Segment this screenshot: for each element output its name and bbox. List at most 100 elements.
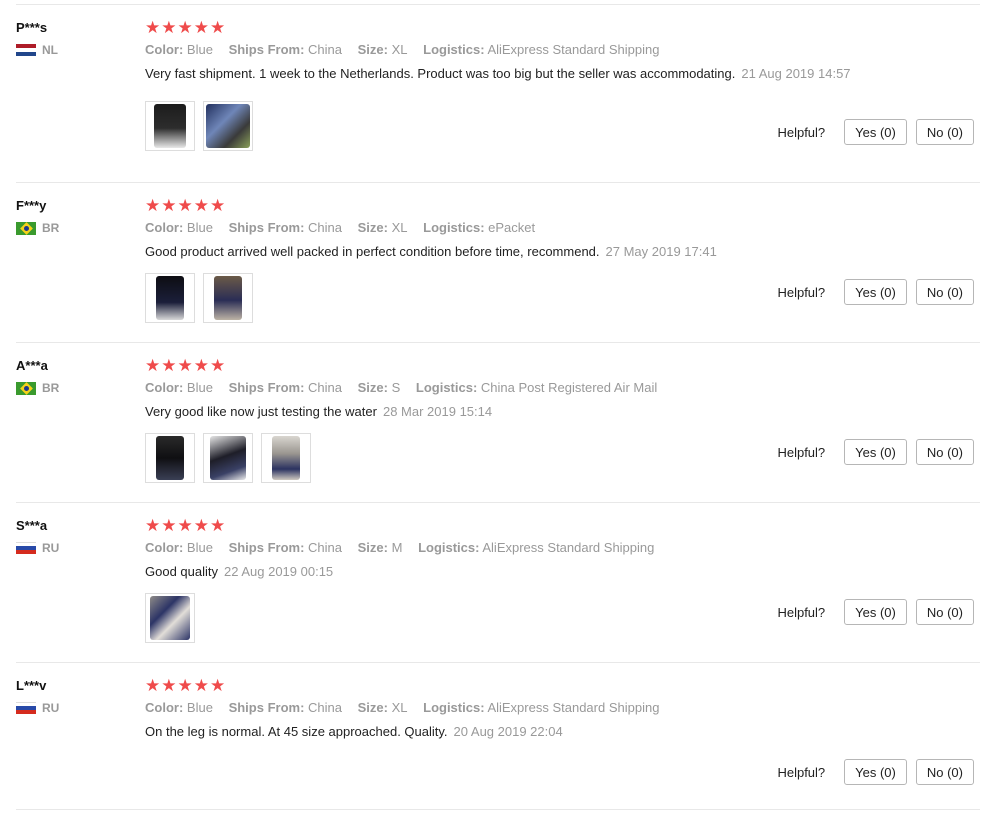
review-photo-thumbnail[interactable]	[203, 433, 253, 483]
review-photo-thumbnail[interactable]	[203, 273, 253, 323]
color-label: Color:	[145, 220, 184, 235]
reviewer-name: S***a	[16, 518, 48, 533]
logistics-label: Logistics:	[423, 220, 485, 235]
star-icon: ★	[210, 675, 226, 695]
reviewer-info: L***v RU	[16, 677, 136, 715]
review-text-block: On the leg is normal. At 45 size approac…	[145, 723, 875, 741]
star-icon: ★	[210, 515, 226, 535]
color-value: Blue	[186, 220, 213, 235]
flag-brazil-icon	[16, 221, 36, 235]
logistics-label: Logistics:	[418, 540, 480, 555]
ships-from-label: Ships From:	[228, 540, 305, 555]
review-text-block: Very good like now just testing the wate…	[145, 403, 875, 421]
helpful-no-button[interactable]: No (0)	[915, 279, 974, 305]
helpful-no-button[interactable]: No (0)	[915, 599, 974, 625]
star-icon: ★	[193, 195, 209, 215]
reviewer-country: RU	[16, 541, 136, 555]
star-icon: ★	[177, 17, 193, 37]
country-code: RU	[42, 541, 60, 555]
order-info: Color: Blue Ships From: China Size: M Lo…	[145, 539, 980, 557]
star-icon: ★	[145, 675, 161, 695]
ships-from-label: Ships From:	[228, 380, 305, 395]
helpful-label: Helpful?	[777, 444, 826, 460]
star-rating: ★ ★ ★ ★ ★	[145, 675, 980, 695]
logistics-value: ePacket	[488, 220, 536, 235]
helpful-no-button[interactable]: No (0)	[915, 119, 974, 145]
review-item: P***s NL ★ ★ ★ ★ ★ Color: Blue Ships From: C…	[16, 5, 980, 183]
reviewer-country: BR	[16, 381, 136, 395]
review-photo-thumbnail[interactable]	[145, 101, 195, 151]
review-photo-thumbnail[interactable]	[145, 433, 195, 483]
size-value: XL	[391, 220, 408, 235]
ships-from-value: China	[308, 220, 342, 235]
helpful-yes-button[interactable]: Yes (0)	[844, 439, 907, 465]
review-text: Good product arrived well packed in perf…	[145, 244, 600, 259]
star-rating: ★ ★ ★ ★ ★	[145, 355, 980, 375]
ships-from-value: China	[308, 700, 342, 715]
helpful-yes-button[interactable]: Yes (0)	[844, 759, 907, 785]
color-label: Color:	[145, 42, 184, 57]
star-icon: ★	[193, 675, 209, 695]
helpful-label: Helpful?	[777, 604, 826, 620]
logistics-value: AliExpress Standard Shipping	[482, 540, 655, 555]
star-icon: ★	[145, 195, 161, 215]
logistics-value: AliExpress Standard Shipping	[487, 700, 660, 715]
color-value: Blue	[186, 380, 213, 395]
logistics-value: AliExpress Standard Shipping	[487, 42, 660, 57]
helpful-label: Helpful?	[777, 764, 826, 780]
star-icon: ★	[145, 355, 161, 375]
country-code: BR	[42, 221, 60, 235]
helpful-yes-button[interactable]: Yes (0)	[844, 279, 907, 305]
helpful-yes-button[interactable]: Yes (0)	[844, 599, 907, 625]
reviewer-country: NL	[16, 43, 136, 57]
review-date: 27 May 2019 17:41	[605, 244, 717, 259]
review-photo-thumbnail[interactable]	[145, 273, 195, 323]
color-label: Color:	[145, 540, 184, 555]
review-text: On the leg is normal. At 45 size approac…	[145, 724, 448, 739]
ships-from-label: Ships From:	[228, 700, 305, 715]
helpful-no-button[interactable]: No (0)	[915, 759, 974, 785]
star-icon: ★	[193, 355, 209, 375]
country-code: NL	[42, 43, 58, 57]
review-text: Very fast shipment. 1 week to the Nether…	[145, 66, 736, 81]
ships-from-value: China	[308, 380, 342, 395]
logistics-label: Logistics:	[415, 380, 478, 395]
color-value: Blue	[186, 540, 213, 555]
reviewer-country: RU	[16, 701, 136, 715]
review-date: 22 Aug 2019 00:15	[224, 564, 334, 579]
color-label: Color:	[145, 380, 184, 395]
star-icon: ★	[145, 515, 161, 535]
review-date: 28 Mar 2019 15:14	[382, 404, 493, 419]
size-label: Size:	[357, 380, 388, 395]
reviewer-info: S***a RU	[16, 517, 136, 555]
review-photo-thumbnail[interactable]	[145, 593, 195, 643]
helpful-vote: Helpful? Yes (0) No (0)	[777, 599, 974, 625]
star-icon: ★	[161, 17, 177, 37]
helpful-label: Helpful?	[777, 284, 826, 300]
star-icon: ★	[177, 675, 193, 695]
reviewer-name: P***s	[16, 20, 48, 35]
star-icon: ★	[161, 515, 177, 535]
color-value: Blue	[186, 700, 213, 715]
helpful-no-button[interactable]: No (0)	[915, 439, 974, 465]
size-value: XL	[391, 700, 408, 715]
helpful-vote: Helpful? Yes (0) No (0)	[777, 439, 974, 465]
review-photo-thumbnail[interactable]	[203, 101, 253, 151]
review-photo-thumbnail[interactable]	[261, 433, 311, 483]
ships-from-label: Ships From:	[228, 42, 305, 57]
flag-russia-icon	[16, 541, 36, 555]
helpful-yes-button[interactable]: Yes (0)	[844, 119, 907, 145]
size-label: Size:	[357, 700, 388, 715]
reviewer-info: F***y BR	[16, 197, 136, 235]
country-code: RU	[42, 701, 60, 715]
review-item: A***a BR ★ ★ ★ ★ ★ Color: Blue Ships From: C…	[16, 343, 980, 503]
star-rating: ★ ★ ★ ★ ★	[145, 17, 980, 37]
ships-from-label: Ships From:	[228, 220, 305, 235]
order-info: Color: Blue Ships From: China Size: S Lo…	[145, 379, 980, 397]
reviewer-info: A***a BR	[16, 357, 136, 395]
reviewer-name: F***y	[16, 198, 47, 213]
logistics-value: China Post Registered Air Mail	[480, 380, 658, 395]
star-icon: ★	[193, 515, 209, 535]
reviewer-name: L***v	[16, 678, 47, 693]
review-date: 20 Aug 2019 22:04	[453, 724, 563, 739]
